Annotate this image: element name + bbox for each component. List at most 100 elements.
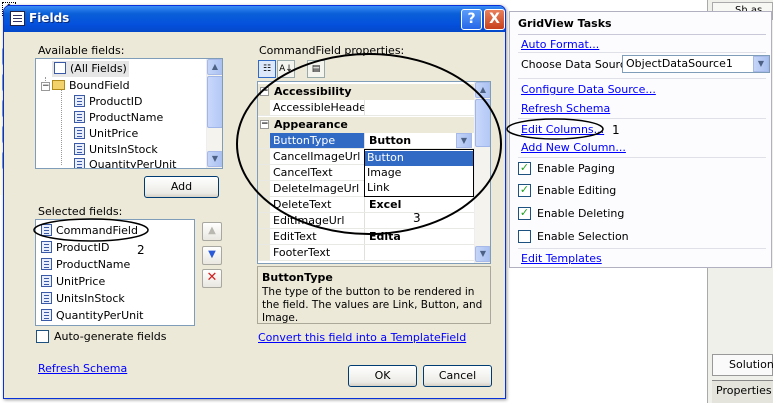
properties-tab[interactable]: Properties <box>712 380 773 403</box>
collapse-icon[interactable]: − <box>260 120 269 129</box>
dialog-app-icon <box>10 11 25 26</box>
edit-templates-link[interactable]: Edit Templates <box>521 252 602 265</box>
buttontype-dropdown-list[interactable]: Button Image Link <box>364 149 474 197</box>
scroll-thumb[interactable] <box>207 76 222 128</box>
list-item-label: UnitsInStock <box>56 292 125 305</box>
categorized-icon[interactable]: ☷ <box>258 60 276 78</box>
tree-item-label: ProductID <box>89 95 143 108</box>
scroll-thumb[interactable] <box>475 99 490 147</box>
property-row[interactable]: EditText Edita <box>258 229 474 245</box>
field-icon <box>74 127 85 139</box>
scroll-up-icon[interactable]: ▲ <box>475 82 490 98</box>
auto-generate-label: Auto-generate fields <box>54 330 167 343</box>
property-pages-icon[interactable]: ▤ <box>307 60 325 78</box>
property-row-buttontype[interactable]: ButtonType Button ▼ <box>258 133 474 149</box>
field-icon <box>74 158 85 168</box>
dropdown-option-link[interactable]: Link <box>365 181 473 196</box>
dialog-titlebar[interactable]: Fields ? X <box>4 6 505 32</box>
tasks-title: GridView Tasks <box>518 17 612 30</box>
tree-item-field[interactable]: ProductID <box>74 94 142 110</box>
available-fields-label: Available fields: <box>38 44 125 57</box>
refresh-schema-link[interactable]: Refresh Schema <box>38 362 127 375</box>
convert-templatefield-link[interactable]: Convert this field into a TemplateField <box>258 331 466 344</box>
dropdown-option-image[interactable]: Image <box>365 166 473 181</box>
dropdown-arrow-icon[interactable]: ▼ <box>456 133 472 148</box>
tree-item-field[interactable]: UnitsInStock <box>74 142 158 158</box>
field-icon <box>74 95 85 107</box>
auto-format-link[interactable]: Auto Format... <box>521 38 599 51</box>
data-source-select[interactable]: ObjectDataSource1 ▼ <box>622 55 770 73</box>
property-value[interactable]: Excel <box>366 197 474 212</box>
property-grid-toolbar: ☷ A↓ ▤ <box>257 59 491 81</box>
remove-field-button[interactable]: ✕ <box>202 269 222 288</box>
field-icon <box>41 258 52 270</box>
field-icon <box>74 143 85 155</box>
ok-button[interactable]: OK <box>348 365 417 387</box>
solution-label: Solution <box>729 358 773 371</box>
field-icon <box>41 275 52 287</box>
enable-deleting-checkbox[interactable]: ✓ <box>518 207 531 220</box>
move-up-button[interactable]: ▲ <box>202 222 222 241</box>
list-item[interactable]: UnitPrice <box>41 274 105 290</box>
list-item-label: CommandField <box>56 224 138 237</box>
property-name: EditImageUrl <box>270 213 365 228</box>
tree-item-field[interactable]: UnitPrice <box>74 126 138 142</box>
property-row[interactable]: DeleteText Excel <box>258 197 474 213</box>
property-description-panel: ButtonType The type of the button to be … <box>257 266 491 324</box>
selected-fields-list[interactable]: CommandField ProductID ProductName UnitP… <box>35 219 195 326</box>
edit-columns-link[interactable]: Edit Columns... <box>521 123 604 136</box>
available-fields-tree[interactable]: (All Fields) − BoundField ProductID Prod… <box>35 58 223 169</box>
category-appearance[interactable]: − Appearance <box>258 117 474 133</box>
scroll-down-icon[interactable]: ▼ <box>207 151 222 167</box>
solution-explorer-tab[interactable]: Solution <box>712 354 773 376</box>
cancel-button[interactable]: Cancel <box>423 365 492 387</box>
tree-item-field[interactable]: ProductName <box>74 110 163 126</box>
tree-item-label: QuantityPerUnit <box>89 158 177 169</box>
list-item-label: QuantityPerUnit <box>56 309 144 322</box>
property-name: FooterText <box>270 245 365 260</box>
close-button[interactable]: X <box>484 9 505 30</box>
auto-generate-checkbox[interactable] <box>36 330 49 343</box>
configure-data-source-link[interactable]: Configure Data Source... <box>521 83 656 96</box>
tree-item-label: UnitPrice <box>89 127 139 140</box>
enable-paging-checkbox[interactable]: ✓ <box>518 162 531 175</box>
annotation-number: 2 <box>137 243 145 257</box>
add-new-column-link[interactable]: Add New Column... <box>521 141 626 154</box>
collapse-icon[interactable]: − <box>41 82 50 91</box>
tree-item-boundfield[interactable]: BoundField <box>52 78 130 94</box>
scroll-down-icon[interactable]: ▼ <box>475 246 490 262</box>
list-item-label: ProductName <box>56 258 131 271</box>
list-item[interactable]: QuantityPerUnit <box>41 308 143 324</box>
scroll-up-icon[interactable]: ▲ <box>207 59 222 75</box>
property-value[interactable]: Edita <box>366 229 474 244</box>
list-item[interactable]: CommandField <box>41 223 138 239</box>
property-row[interactable]: AccessibleHeaderTe <box>258 100 474 116</box>
list-item[interactable]: ProductName <box>41 257 130 273</box>
property-row[interactable]: EditImageUrl <box>258 213 474 229</box>
tree-item-field[interactable]: QuantityPerUnit <box>74 157 177 169</box>
tree-item-all-fields[interactable]: (All Fields) <box>52 61 129 77</box>
folder-icon <box>52 80 65 90</box>
commandfield-icon <box>41 224 52 236</box>
move-down-button[interactable]: ▼ <box>202 246 222 265</box>
list-item-label: UnitPrice <box>56 275 106 288</box>
enable-editing-checkbox[interactable]: ✓ <box>518 184 531 197</box>
available-fields-scrollbar[interactable]: ▲ ▼ <box>206 59 222 168</box>
list-item[interactable]: UnitsInStock <box>41 291 125 307</box>
up-arrow-icon: ▲ <box>208 225 216 236</box>
alphabetical-icon[interactable]: A↓ <box>277 60 295 78</box>
list-item-label: ProductID <box>56 241 110 254</box>
chevron-down-icon[interactable]: ▼ <box>753 56 769 72</box>
list-item[interactable]: ProductID <box>41 240 109 256</box>
refresh-schema-task-link[interactable]: Refresh Schema <box>521 102 610 115</box>
category-accessibility[interactable]: − Accessibility <box>258 84 474 100</box>
enable-selection-checkbox[interactable] <box>518 230 531 243</box>
dropdown-option-button[interactable]: Button <box>365 151 473 166</box>
property-grid-scrollbar[interactable]: ▲ ▼ <box>474 82 490 263</box>
property-name: CancelText <box>270 165 365 180</box>
add-button[interactable]: Add <box>144 176 219 198</box>
collapse-icon[interactable]: − <box>260 87 269 96</box>
property-row[interactable]: FooterText <box>258 245 474 261</box>
property-name: ButtonType <box>270 133 365 148</box>
help-button[interactable]: ? <box>461 9 482 30</box>
